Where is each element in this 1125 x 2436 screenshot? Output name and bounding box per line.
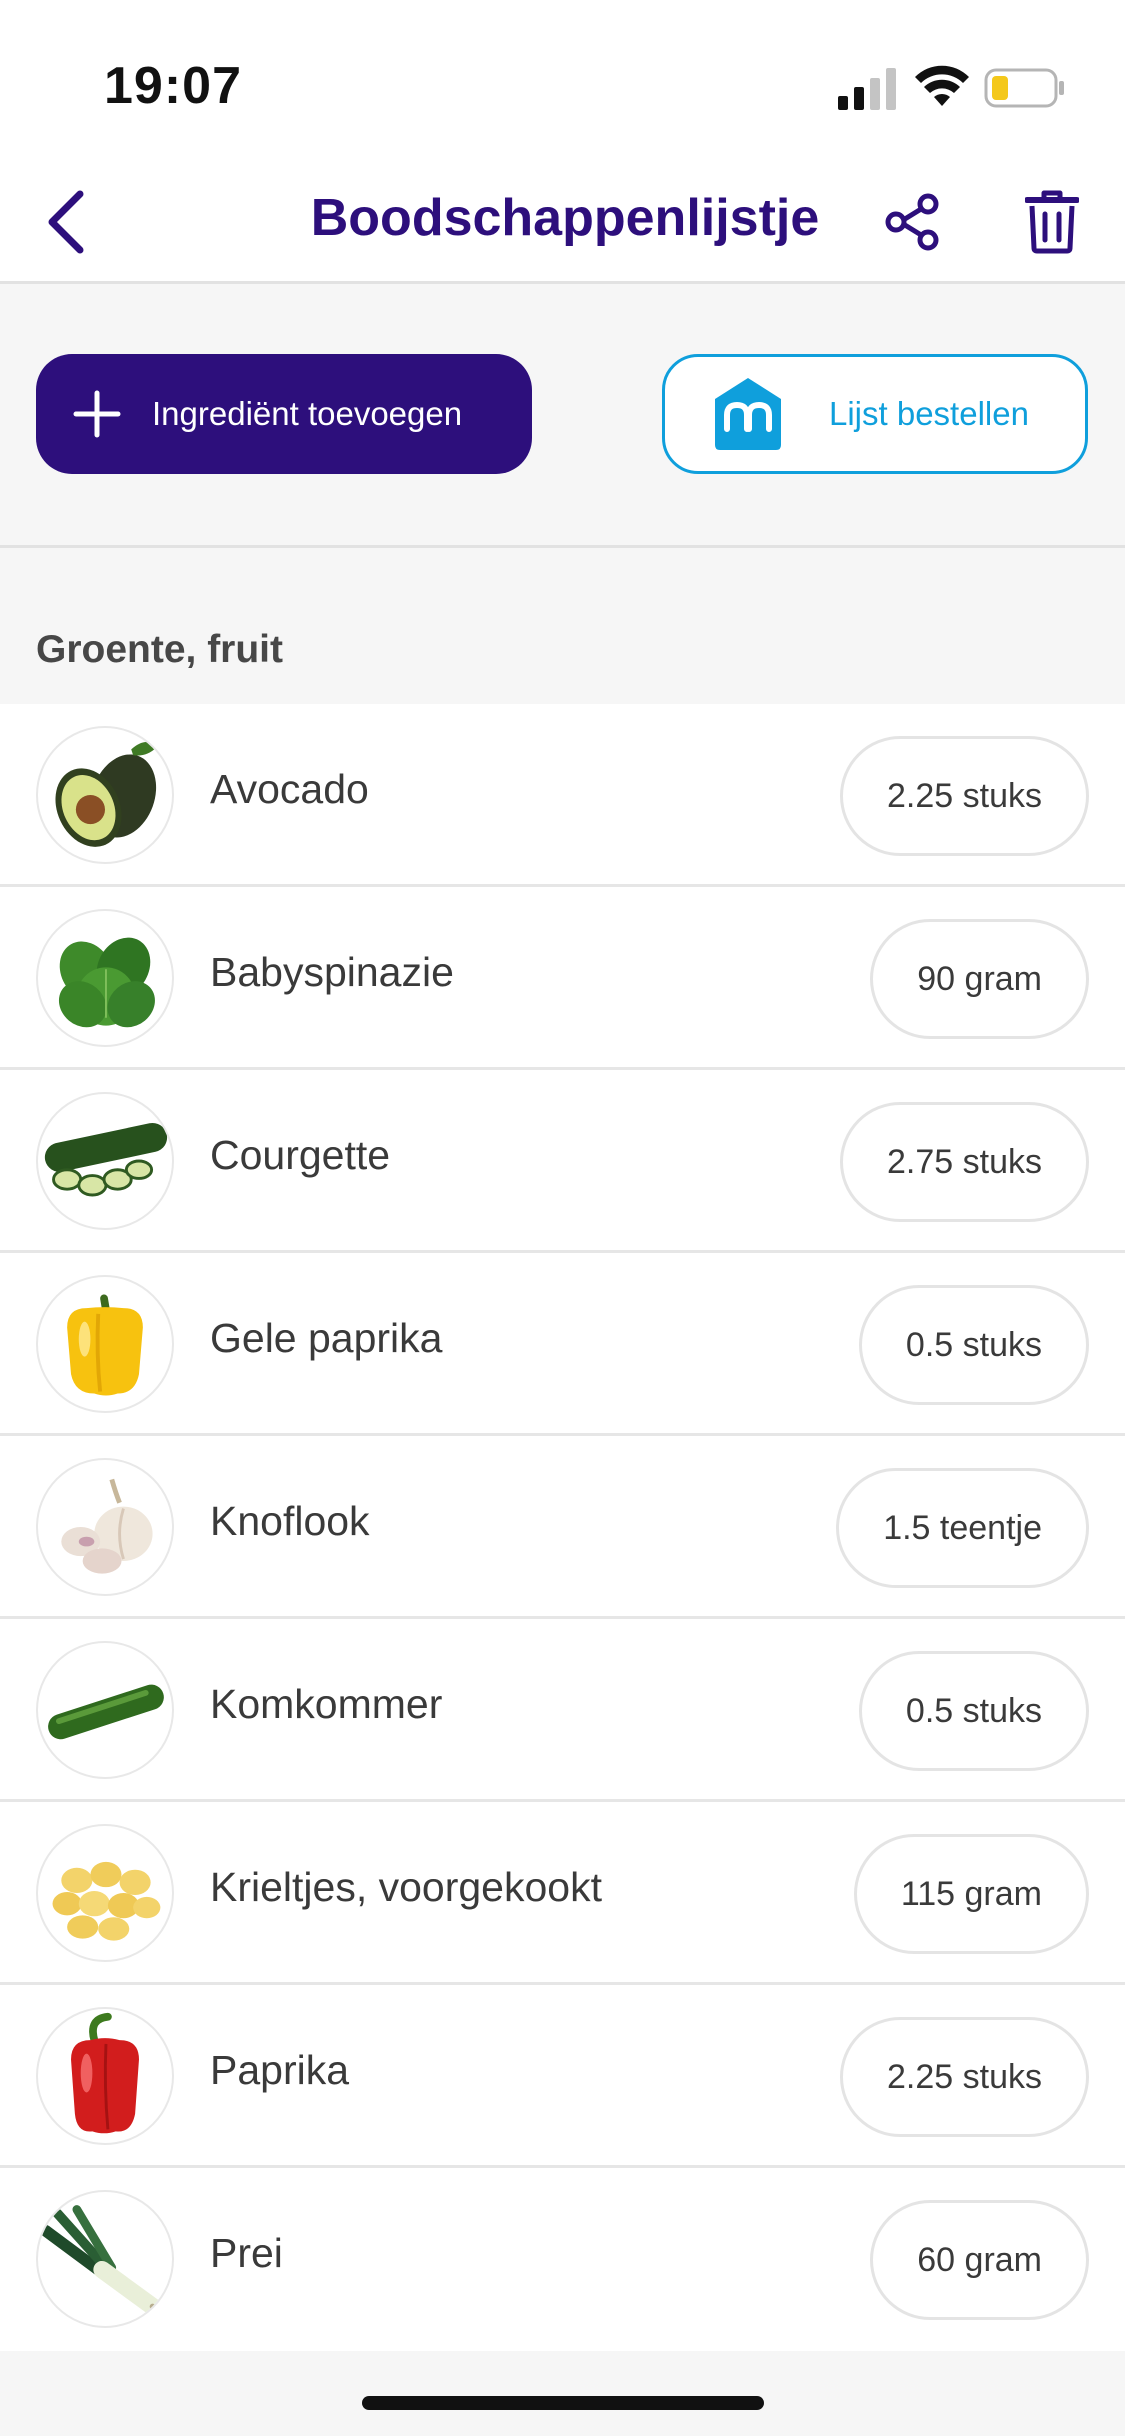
order-list-label: Lijst bestellen	[829, 395, 1029, 432]
item-name: Komkommer	[210, 1681, 443, 1727]
plus-icon	[73, 390, 121, 438]
delete-list-button[interactable]	[1012, 182, 1092, 262]
share-icon	[885, 193, 939, 251]
order-list-button[interactable]: Lijst bestellen	[662, 354, 1088, 474]
wifi-icon	[915, 65, 969, 106]
avocado-image	[36, 726, 174, 864]
item-name: Gele paprika	[210, 1315, 443, 1361]
list-item[interactable]: Paprika 2.25 stuks	[0, 1985, 1125, 2168]
red-pepper-image	[36, 2007, 174, 2145]
item-name: Krieltjes, voorgekookt	[210, 1864, 602, 1910]
list-item[interactable]: Krieltjes, voorgekookt 115 gram	[0, 1802, 1125, 1985]
quantity-button[interactable]: 0.5 stuks	[858, 1285, 1089, 1405]
leek-image	[36, 2190, 174, 2328]
spinach-image	[36, 909, 174, 1047]
cucumber-image	[36, 1641, 174, 1779]
garlic-image	[36, 1458, 174, 1596]
status-bar: 19:07	[0, 0, 1125, 160]
nav-bar: Boodschappenlijstje	[0, 160, 1125, 284]
item-name: Prei	[210, 2230, 283, 2276]
section-header: Groente, fruit	[0, 548, 1125, 704]
potatoes-image	[36, 1824, 174, 1962]
chevron-left-icon	[48, 190, 84, 254]
list-item[interactable]: Knoflook 1.5 teentje	[0, 1436, 1125, 1619]
battery-icon	[984, 68, 1064, 108]
quantity-button[interactable]: 115 gram	[853, 1834, 1089, 1954]
signal-icon	[838, 68, 896, 110]
home-indicator	[362, 2396, 764, 2410]
add-ingredient-button[interactable]: Ingrediënt toevoegen	[36, 354, 532, 474]
add-ingredient-label: Ingrediënt toevoegen	[152, 395, 463, 432]
quantity-button[interactable]: 60 gram	[870, 2200, 1089, 2320]
quantity-button[interactable]: 90 gram	[870, 919, 1089, 1039]
item-name: Knoflook	[210, 1498, 370, 1544]
albert-heijn-logo-icon	[715, 378, 781, 450]
item-list: Avocado 2.25 stuks Babyspinazie 90 gram	[0, 704, 1125, 2351]
zucchini-image	[36, 1092, 174, 1230]
status-time: 19:07	[104, 57, 242, 115]
item-name: Paprika	[210, 2047, 350, 2093]
section-title: Groente, fruit	[36, 628, 284, 671]
list-item[interactable]: Babyspinazie 90 gram	[0, 887, 1125, 1070]
page-title: Boodschappenlijstje	[310, 189, 820, 247]
item-name: Courgette	[210, 1132, 391, 1178]
list-item[interactable]: Courgette 2.75 stuks	[0, 1070, 1125, 1253]
quantity-button[interactable]: 2.25 stuks	[840, 736, 1089, 856]
list-item[interactable]: Avocado 2.25 stuks	[0, 704, 1125, 887]
back-button[interactable]	[26, 182, 106, 262]
item-name: Avocado	[210, 766, 369, 812]
quantity-button[interactable]: 2.25 stuks	[840, 2017, 1089, 2137]
list-item[interactable]: Prei 60 gram	[0, 2168, 1125, 2351]
quantity-button[interactable]: 1.5 teentje	[836, 1468, 1089, 1588]
quantity-button[interactable]: 0.5 stuks	[858, 1651, 1089, 1771]
quantity-button[interactable]: 2.75 stuks	[840, 1102, 1089, 1222]
list-item[interactable]: Komkommer 0.5 stuks	[0, 1619, 1125, 1802]
trash-icon	[1025, 190, 1079, 254]
list-item[interactable]: Gele paprika 0.5 stuks	[0, 1253, 1125, 1436]
yellow-pepper-image	[36, 1275, 174, 1413]
action-area: Ingrediënt toevoegen Lijst bestellen	[0, 284, 1125, 548]
share-button[interactable]	[872, 182, 952, 262]
item-name: Babyspinazie	[210, 949, 454, 995]
